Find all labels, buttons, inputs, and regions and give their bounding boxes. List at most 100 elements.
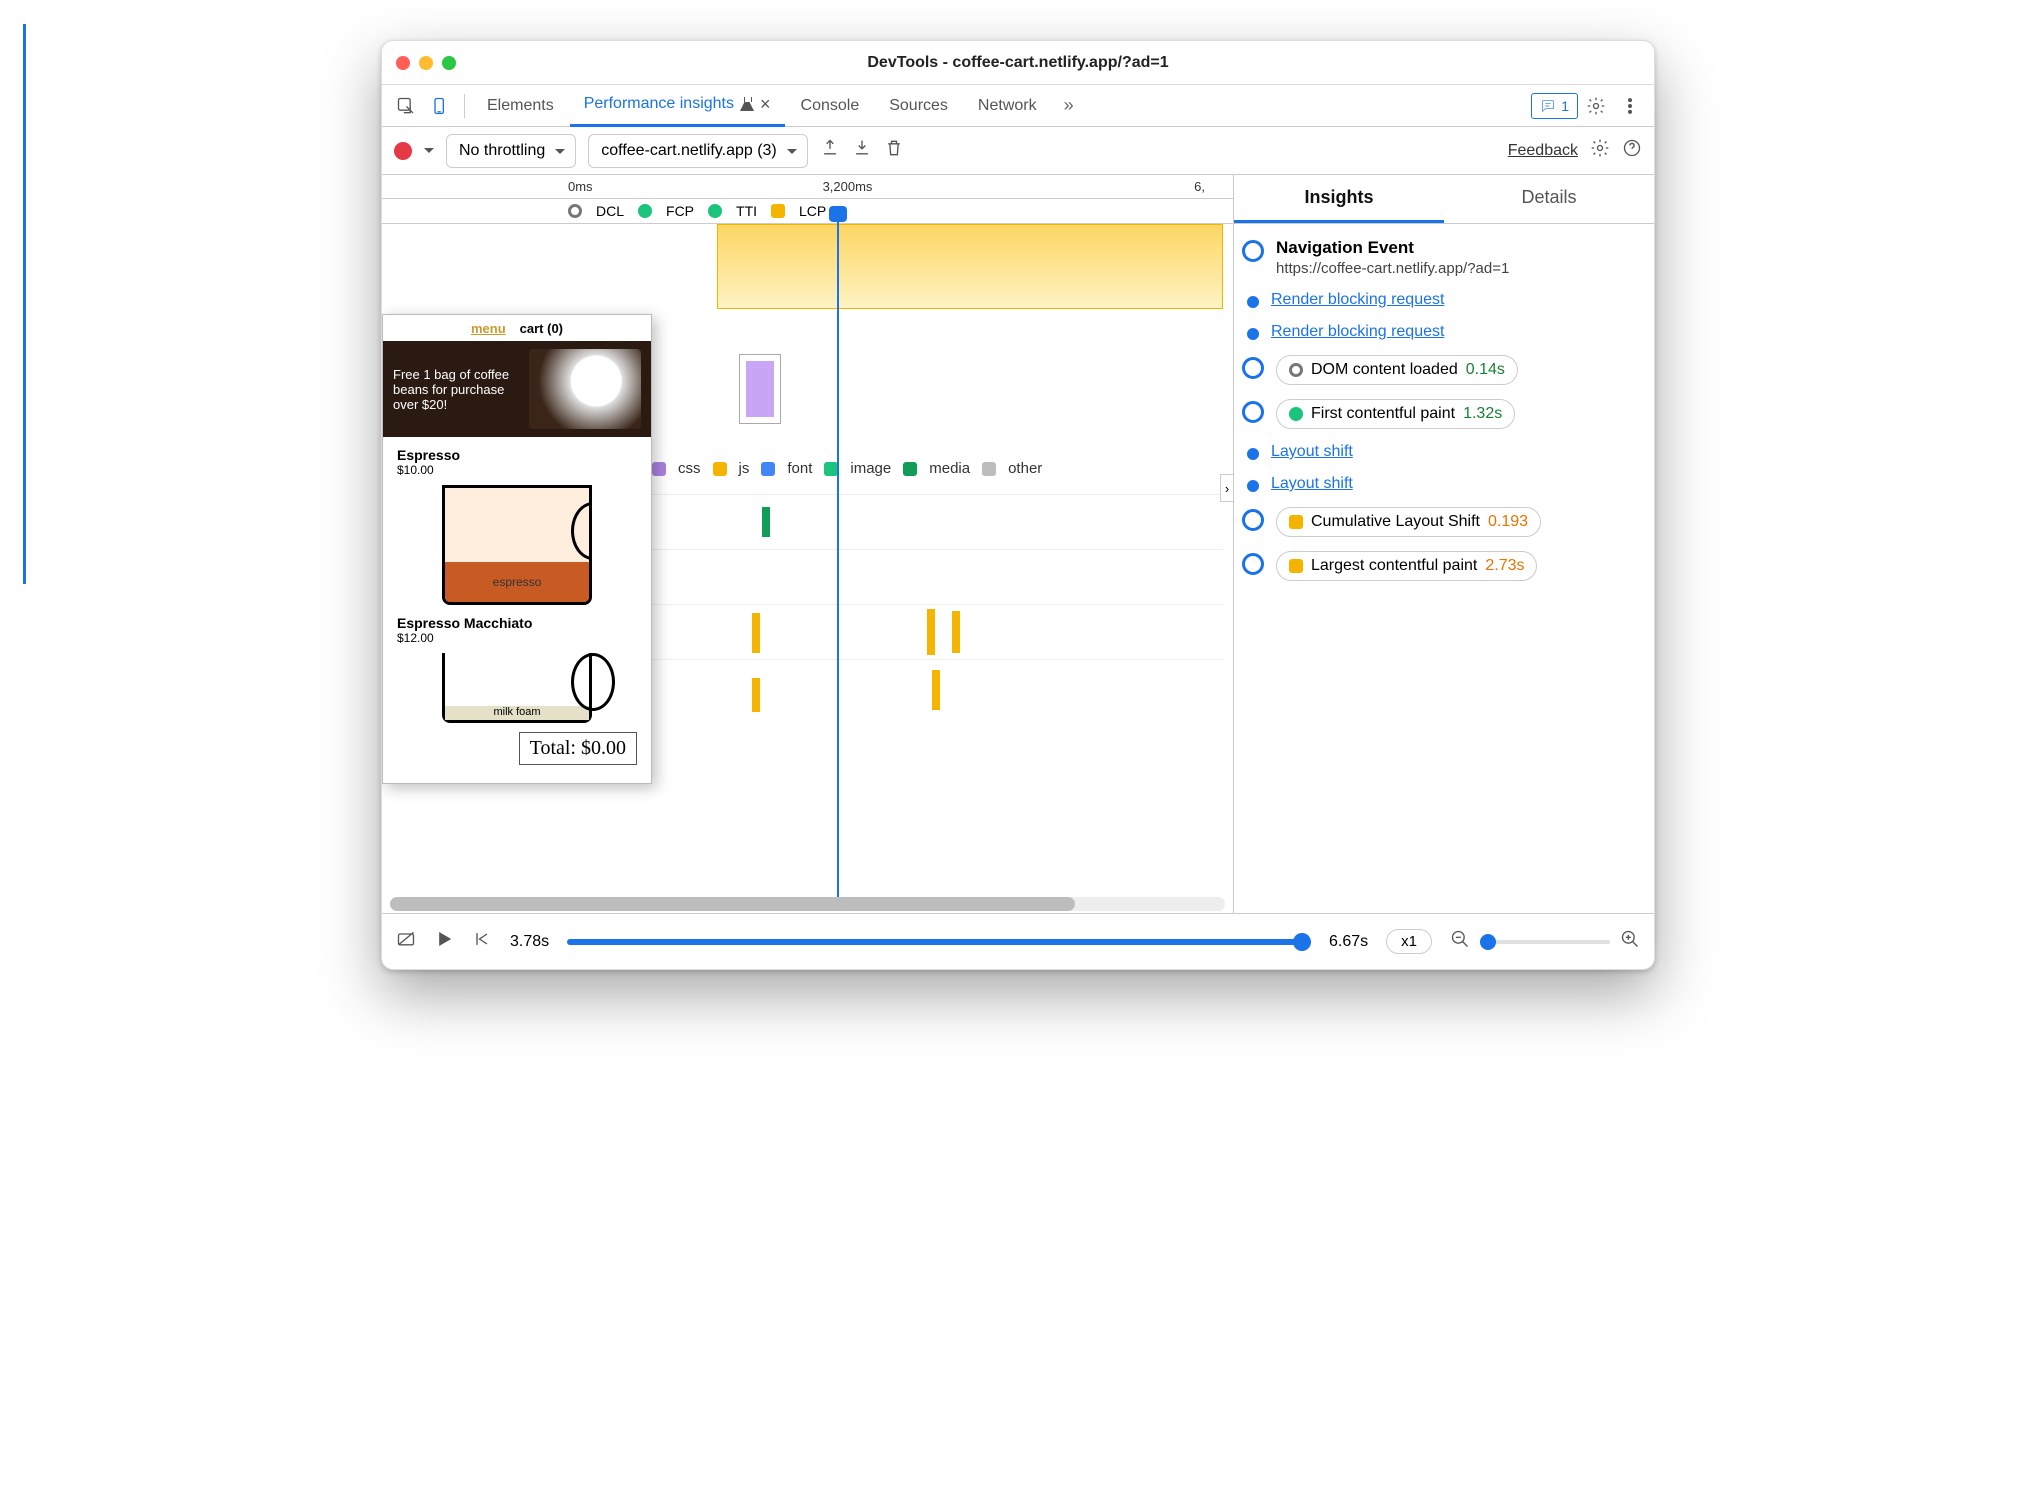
metric-chip[interactable]: Largest contentful paint 2.73s [1276,551,1537,581]
insight-lcp[interactable]: Largest contentful paint 2.73s [1242,551,1640,581]
rewind-icon[interactable] [472,929,492,954]
tab-console[interactable]: Console [787,85,874,127]
zoom-knob[interactable] [1480,934,1496,950]
preview-item: Espresso Macchiato $12.00 milk foam [383,605,651,723]
resource-bar[interactable] [752,678,760,712]
no-screenshot-icon[interactable] [396,929,416,954]
preview-total: Total: $0.00 [519,732,637,765]
scrollbar-thumb[interactable] [390,897,1075,911]
record-button[interactable] [394,142,412,160]
import-icon[interactable] [852,138,872,163]
insight-title: Navigation Event [1276,238,1509,258]
timeline-bullet-icon [1242,240,1264,262]
device-toolbar-icon[interactable] [424,90,456,122]
item-name: Espresso Macchiato [397,615,637,631]
metric-label: Largest contentful paint [1311,557,1477,575]
tab-elements[interactable]: Elements [473,85,568,127]
item-price: $12.00 [397,631,637,645]
metric-chip[interactable]: First contentful paint 1.32s [1276,399,1515,429]
insight-render-blocking[interactable]: Render blocking request [1242,323,1640,341]
legend-label: media [929,460,970,477]
resource-bar[interactable] [932,670,940,710]
css-swatch [652,462,666,476]
cls-marker-icon [1289,515,1303,529]
insight-layout-shift[interactable]: Layout shift [1242,443,1640,461]
insight-layout-shift[interactable]: Layout shift [1242,475,1640,493]
insight-link[interactable]: Layout shift [1271,443,1353,461]
legend-label: font [787,460,812,477]
record-options-icon[interactable] [424,148,434,158]
page-select[interactable]: coffee-cart.netlify.app (3) [588,134,808,168]
zoom-in-icon[interactable] [1620,929,1640,954]
screenshot-thumbnail[interactable] [739,354,781,424]
export-icon[interactable] [820,138,840,163]
lcp-label: LCP [799,203,826,219]
timeline-body[interactable]: menu cart (0) Free 1 bag of coffee beans… [382,224,1233,897]
issues-badge[interactable]: 1 [1531,93,1578,119]
milestone-legend: DCL FCP TTI LCP [382,199,1233,224]
tab-details[interactable]: Details [1444,175,1654,223]
delete-icon[interactable] [884,138,904,163]
more-tabs-icon[interactable]: » [1053,90,1085,122]
playhead[interactable] [837,210,839,897]
tab-sources[interactable]: Sources [875,85,962,127]
timeline-bullet-icon [1242,509,1264,531]
help-icon[interactable] [1622,138,1642,163]
inspect-element-icon[interactable] [390,90,422,122]
metric-chip[interactable]: Cumulative Layout Shift 0.193 [1276,507,1541,537]
tab-performance-insights[interactable]: Performance insights × [570,85,785,127]
track-row[interactable] [652,659,1223,714]
insight-navigation[interactable]: Navigation Event https://coffee-cart.net… [1242,238,1640,277]
throttling-select[interactable]: No throttling [446,134,576,168]
insight-url: https://coffee-cart.netlify.app/?ad=1 [1276,260,1509,277]
zoom-controls [1450,929,1640,954]
resource-bar[interactable] [952,611,960,653]
resource-bar[interactable] [762,507,770,537]
settings-icon[interactable] [1580,90,1612,122]
legend-label: image [850,460,891,477]
content: 0ms 3,200ms 6, DCL FCP TTI LCP menu cart [382,175,1654,913]
metric-value: 1.32s [1463,405,1502,423]
zoom-out-icon[interactable] [1450,929,1470,954]
mug-graphic: espresso [442,485,592,605]
kebab-menu-icon[interactable] [1614,90,1646,122]
tab-network[interactable]: Network [964,85,1051,127]
zoom-slider[interactable] [1480,940,1610,944]
mug-fill-label: espresso [445,562,589,602]
resource-bar[interactable] [752,613,760,653]
horizontal-scrollbar[interactable] [390,897,1225,911]
timeline-dot-icon [1247,448,1259,460]
tab-insights[interactable]: Insights [1234,175,1444,223]
time-slider[interactable] [567,939,1311,945]
track-row[interactable] [652,604,1223,659]
insight-link[interactable]: Render blocking request [1271,291,1444,309]
legend-label: js [739,460,750,477]
js-swatch [713,462,727,476]
slider-knob[interactable] [1293,933,1311,951]
insight-cls[interactable]: Cumulative Layout Shift 0.193 [1242,507,1640,537]
track-row[interactable] [652,549,1223,604]
legend-label: css [678,460,701,477]
insight-link[interactable]: Layout shift [1271,475,1353,493]
insight-dcl[interactable]: DOM content loaded 0.14s [1242,355,1640,385]
right-tabs: Insights Details [1234,175,1654,224]
resource-bar[interactable] [927,609,935,655]
insight-link[interactable]: Render blocking request [1271,323,1444,341]
metric-chip[interactable]: DOM content loaded 0.14s [1276,355,1518,385]
feedback-link[interactable]: Feedback [1508,142,1578,160]
insight-fcp[interactable]: First contentful paint 1.32s [1242,399,1640,429]
close-tab-icon[interactable]: × [760,95,771,113]
insight-render-blocking[interactable]: Render blocking request [1242,291,1640,309]
track-row[interactable] [652,494,1223,549]
play-icon[interactable] [434,929,454,954]
end-time: 6.67s [1329,933,1368,951]
settings-gear-icon[interactable] [1590,138,1610,163]
time-ruler[interactable]: 0ms 3,200ms 6, [382,175,1233,199]
metric-label: First contentful paint [1311,405,1455,423]
tti-icon [708,204,722,218]
zoom-level[interactable]: x1 [1386,929,1432,954]
issues-count: 1 [1561,98,1569,114]
expand-right-panel-icon[interactable]: › [1220,474,1234,502]
experiment-icon [740,97,754,111]
ruler-tick: 6, [1194,179,1205,194]
